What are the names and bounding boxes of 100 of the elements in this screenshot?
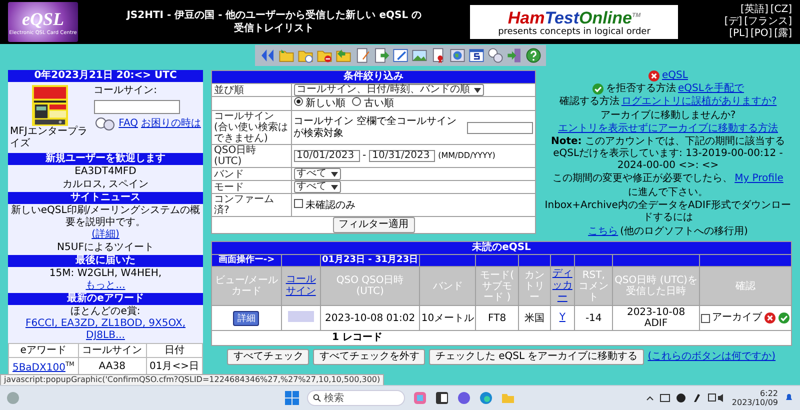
table-cell: FT8 (476, 306, 518, 330)
archive-checkbox[interactable] (700, 314, 710, 322)
language-link[interactable]: [フランス] (744, 16, 792, 28)
column-header: QSO日時 (UTC)を受信した日時 (613, 267, 699, 305)
apply-filter-button[interactable]: フィルター適用 (332, 217, 414, 233)
radio-label: 新しい順 (306, 98, 346, 109)
accept-icon[interactable] (778, 312, 790, 324)
help-link[interactable]: お困りの時は (141, 118, 201, 130)
keyboard-icon[interactable] (660, 394, 670, 402)
banner-ad[interactable]: HamTestOnline$^{TM}$ presents concepts in logical order (470, 4, 678, 40)
column-header[interactable]: コールサイン (282, 267, 320, 305)
radio-button[interactable] (294, 97, 303, 106)
caret-icon (330, 172, 338, 176)
table-cell: 米国 (519, 306, 550, 330)
dropdown[interactable]: すべて (294, 181, 341, 193)
column-header-link[interactable]: コールサイン (282, 274, 319, 298)
message-text: Note: このアカウントでは、下記の期間に該当するeQSLだけを表示しています: 13-2019-00-00:12 - 2024-00-00 <>: <> (550, 136, 786, 172)
chevron-icon[interactable] (646, 394, 654, 402)
column-header: 確認 (700, 267, 791, 305)
table-title: 未読のeQSL (212, 242, 791, 254)
link[interactable]: ログエントリに誤植がありますか? (621, 96, 777, 108)
language-link[interactable]: [デ] (724, 16, 742, 28)
link[interactable]: もっと... (10, 280, 201, 292)
language-link[interactable]: [PL] (729, 28, 748, 40)
pager-text: 画面操作ー-> (212, 255, 281, 266)
browser-icon[interactable] (479, 391, 493, 405)
checkbox[interactable] (294, 198, 303, 208)
language-link[interactable]: [PO] (750, 28, 772, 40)
action-button[interactable]: すべてチェック (227, 349, 310, 365)
page-title: JS2HTI - 伊豆の国 - 他のユーザーから受信した新しい eQSL の受信トレイリスト (125, 9, 423, 35)
sidebar-text: EA3DT4MFD (74, 166, 138, 178)
table-cell: 2023-10-08 01:02 (320, 306, 420, 330)
help-link[interactable]: (これらのボタンは何ですか) (648, 351, 776, 363)
date-field[interactable]: 10/31/2023 (369, 150, 436, 162)
language-link[interactable]: [CZ] (770, 4, 792, 16)
section-title: 最後に届いた (8, 255, 203, 267)
link[interactable]: My Profile (734, 173, 784, 185)
faq-link[interactable]: FAQ (118, 118, 138, 130)
column-header: eアワード (9, 344, 78, 357)
section-title: 新規ユーザーを歓迎します (8, 153, 203, 165)
section-title: サイトニュース (8, 192, 203, 204)
sidebar-text: N5UFによるツイート (56, 242, 155, 254)
callsign-field[interactable] (467, 122, 533, 134)
message-text: Inbox+Archive内の全データをADIF形式でダウンロードするには (544, 200, 792, 224)
sidebar-text: ほとんどのe賞: F6CCI, EA3ZD, ZL1BOD, 9X5OX, DJ8LB... (8, 306, 203, 342)
bell-icon[interactable] (784, 393, 794, 403)
checkbox-label: アーカイブ (712, 312, 762, 324)
sidebar-text: 15M: W2GLH, W4HEH, もっと... (8, 268, 203, 292)
s-window-icon[interactable] (468, 47, 484, 64)
clock[interactable]: 6:22 2023/10/09 (732, 389, 778, 407)
link[interactable]: F6CCI, EA3ZD, ZL1BOD, 9X5OX, DJ8LB... (10, 318, 201, 342)
table-cell: 2023-10-08 ADIF (613, 306, 699, 330)
link[interactable]: (詳細) (10, 229, 201, 241)
award-link[interactable]: 5BaDX100 (12, 362, 66, 374)
callsign-field[interactable] (94, 100, 180, 114)
link[interactable]: eQSLを手配で (678, 83, 744, 95)
dropdown[interactable]: コールサイン、日付/時刻、バンドの順 (294, 84, 484, 96)
filter-label: 並び順 (212, 84, 291, 96)
action-button[interactable]: チェックした eQSL をアーカイブに移動する (429, 349, 644, 365)
date-field[interactable]: 10/01/2023 (294, 150, 360, 162)
ticker-link[interactable]: Y (559, 312, 566, 323)
dropdown[interactable]: すべて (294, 168, 341, 180)
reject-icon[interactable] (648, 70, 660, 82)
view-button[interactable]: 詳細 (233, 310, 260, 326)
start-icon[interactable] (285, 391, 299, 405)
filter-label: バンド (212, 168, 291, 180)
help-icon[interactable] (524, 47, 542, 64)
landscape-icon[interactable] (410, 47, 428, 64)
language-link[interactable]: [露] (774, 28, 792, 40)
checkbox-label: 未確認のみ (306, 200, 356, 210)
table-cell: 5BaDX100$^{TM}$ (9, 358, 78, 376)
status-url: javascript:popupGraphic('ConfirmQSO.cfm?QSLID=1224684346%27,%27%27,10,10,500,300) (0, 374, 384, 386)
date-range: 01月23日 - 31月23日 (320, 255, 420, 266)
action-button[interactable]: すべてチェックを外す (313, 349, 426, 365)
filter-label: コールサイン (合い使い検索はできません) (212, 111, 291, 144)
filter-label: QSO日時 (UTC) (212, 145, 291, 167)
page-arrow-icon[interactable] (372, 47, 390, 64)
message-text: この期間の変更や修正が必要でしたら、 (552, 173, 733, 185)
link[interactable]: エントリを表示せずにアーカイブに移動する方法 (558, 123, 778, 135)
pen-icon[interactable] (692, 393, 702, 403)
link[interactable]: eQSL (662, 70, 688, 82)
search-field[interactable]: 検索 (307, 390, 405, 406)
pencil-window-icon[interactable] (392, 47, 408, 64)
radio-button[interactable] (352, 97, 361, 106)
speaker-icon[interactable] (708, 393, 726, 403)
reject-icon[interactable] (764, 312, 776, 324)
column-header-link[interactable]: ディッカー (552, 268, 574, 304)
callsign-label: コールサイン: (94, 85, 158, 97)
column-header: 日付 (146, 344, 202, 357)
chat-icon[interactable] (457, 391, 471, 405)
language-link[interactable]: [英語] (740, 4, 768, 16)
message-text: に進んで下さい。 (628, 187, 708, 199)
ad-brand: HamTestOnline$^{TM}$ (508, 7, 641, 28)
record-count: 1 レコード (332, 332, 382, 343)
sidebar-text: 新しいeQSL印刷/メーリングシステムの概要を説明中です。 (詳細) (9, 205, 202, 241)
accept-icon[interactable] (592, 83, 604, 95)
caret-icon (474, 88, 481, 92)
link[interactable]: こちら (588, 226, 618, 238)
globe-icon[interactable] (448, 47, 466, 64)
search-icon (313, 394, 321, 402)
